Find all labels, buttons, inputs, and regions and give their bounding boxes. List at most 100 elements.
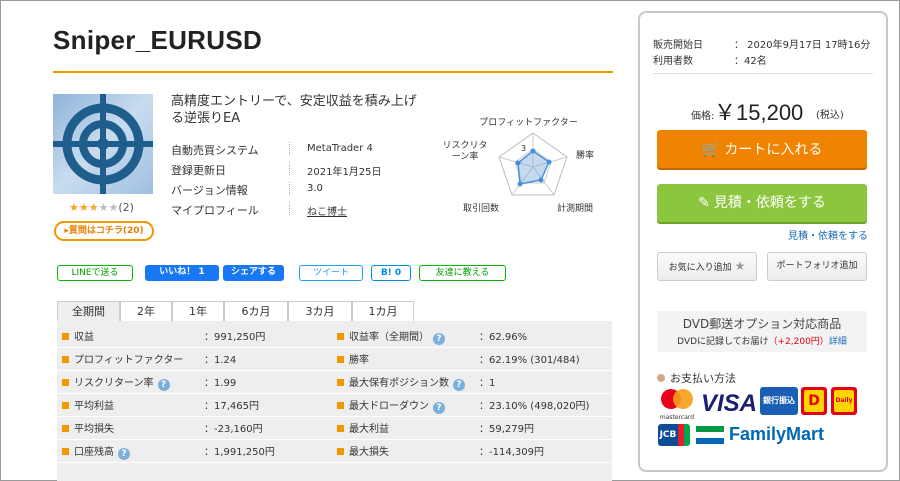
add-favorite-button[interactable]: お気に入り追加 ★ xyxy=(657,252,757,281)
product-thumbnail[interactable] xyxy=(53,94,153,194)
info-value-updated: 2021年1月25日 xyxy=(307,167,382,178)
price-tax: (税込) xyxy=(816,110,844,121)
stat-label-left-0: 収益 xyxy=(62,328,94,343)
tab-all-period[interactable]: 全期間 xyxy=(57,301,120,322)
tweet-button[interactable]: ツイート xyxy=(299,265,363,281)
stat-label-text: 最大利益 xyxy=(349,424,389,435)
add-portfolio-button[interactable]: ポートフォリオ追加 xyxy=(767,252,867,281)
star-icon: ★ xyxy=(734,259,746,273)
help-icon[interactable]: ? xyxy=(157,379,170,391)
radar-point xyxy=(538,177,544,183)
bullet-icon xyxy=(337,425,344,432)
favorite-button-label: お気に入り追加 xyxy=(668,263,732,273)
familymart-stripe-icon xyxy=(696,426,724,446)
quote-request-link[interactable]: 見積・依頼をする xyxy=(788,227,868,242)
stat-label-text: 最大ドローダウン xyxy=(349,401,429,412)
info-separator xyxy=(289,202,290,215)
radar-label-risk-return: リスクリターン率 xyxy=(442,141,488,162)
profile-link[interactable]: ねこ博士 xyxy=(307,203,347,218)
tab-1-month[interactable]: 1カ月 xyxy=(352,301,414,322)
stat-value-left-0: ：991,250円 xyxy=(204,332,266,343)
stat-label-text: 平均損失 xyxy=(74,424,114,435)
add-to-cart-button[interactable]: 🛒 カートに入れる xyxy=(657,130,867,168)
stat-label-right-1: 勝率 xyxy=(337,351,369,366)
daily-d-icon: D xyxy=(804,390,824,412)
rating-stars: ★★★★★ xyxy=(69,201,118,214)
info-label-profile: マイプロフィール xyxy=(171,204,259,217)
bullet-icon xyxy=(62,379,69,386)
radar-point xyxy=(546,159,552,165)
bullet-icon xyxy=(62,333,69,340)
daily-logo: Daily xyxy=(831,387,857,415)
info-label-version: バージョン情報 xyxy=(171,184,248,197)
cart-button-label: カートに入れる xyxy=(724,142,823,158)
dvd-option-subtitle: DVDに記録してお届け（+2,200円）詳細 xyxy=(657,334,867,347)
stat-value-right-4: ：59,279円 xyxy=(479,424,534,435)
mastercard-logo: mastercard xyxy=(656,388,698,421)
stat-label-right-2: 最大保有ポジション数? xyxy=(337,374,465,391)
payment-title-text: お支払い方法 xyxy=(670,372,736,385)
radar-label-win-rate: 勝率 xyxy=(575,151,594,161)
stat-label-left-1: プロフィットファクター xyxy=(62,351,183,366)
stat-value-right-3: ：23.10% (498,020円) xyxy=(479,401,590,412)
rating-count: (2) xyxy=(118,201,134,214)
info-separator xyxy=(289,162,290,175)
question-button[interactable]: ▸質問はコチラ(20) xyxy=(54,221,154,241)
help-icon[interactable]: ? xyxy=(118,448,130,460)
tab-1-year[interactable]: 1年 xyxy=(172,301,224,322)
bullet-icon xyxy=(657,374,665,382)
info-separator xyxy=(289,142,290,155)
stat-label-text: 勝率 xyxy=(349,355,369,366)
facebook-share-button[interactable]: シェアする xyxy=(223,265,284,281)
sale-start-value: ： 2020年9月17日 17時16分 xyxy=(734,40,871,51)
stat-label-text: プロフィットファクター xyxy=(74,355,184,366)
stat-label-right-0: 収益率（全期間）? xyxy=(337,328,445,345)
tab-3-months[interactable]: 3カ月 xyxy=(288,301,352,322)
help-icon[interactable]: ? xyxy=(433,333,445,345)
info-label-updated: 登録更新日 xyxy=(171,164,226,177)
stat-value-right-1: ：62.19% (301/484) xyxy=(479,355,580,366)
stat-value-right-2: ：1 xyxy=(479,378,496,389)
visa-logo: VISA xyxy=(701,390,758,417)
stat-value-left-5: ：1,991,250円 xyxy=(204,447,275,458)
row-divider xyxy=(57,439,612,440)
help-icon[interactable]: ? xyxy=(453,379,465,391)
bullet-icon xyxy=(337,402,344,409)
daily-yamazaki-logo: D xyxy=(801,387,827,415)
stat-label-text: 最大損失 xyxy=(349,447,389,458)
info-value-system: MetaTrader 4 xyxy=(307,143,373,154)
price-label: 価格: xyxy=(691,111,715,122)
target-icon xyxy=(53,94,153,194)
bullet-icon xyxy=(62,425,69,432)
star-icon: ★ xyxy=(98,201,109,214)
stat-label-right-3: 最大ドローダウン? xyxy=(337,397,445,414)
info-value-version: 3.0 xyxy=(307,183,323,194)
facebook-like-button[interactable]: いいね！ 1 xyxy=(145,265,219,281)
users-value: ：42名 xyxy=(734,56,767,67)
users-label: 利用者数 xyxy=(653,56,693,67)
help-icon[interactable]: ? xyxy=(433,402,445,414)
side-divider xyxy=(653,73,873,74)
product-tagline: 高精度エントリーで、安定収益を積み上げる逆張りEA xyxy=(171,94,417,126)
stat-value-left-2: ：1.99 xyxy=(204,378,237,389)
tell-friend-button[interactable]: 友達に教える xyxy=(419,265,506,281)
tab-6-months[interactable]: 6カ月 xyxy=(224,301,288,322)
radar-point xyxy=(530,148,536,154)
tab-2-years[interactable]: 2年 xyxy=(120,301,172,322)
radar-point xyxy=(515,160,521,166)
quote-request-button[interactable]: ✎ 見積・依頼をする xyxy=(657,184,867,222)
stat-label-text: リスクリターン率 xyxy=(74,378,154,389)
stat-value-right-0: ：62.96% xyxy=(479,332,528,343)
stat-value-left-4: ：-23,160円 xyxy=(204,424,263,435)
hatena-bookmark-button[interactable]: B! 0 xyxy=(371,265,411,281)
row-divider xyxy=(57,462,612,463)
row-divider xyxy=(57,347,612,348)
stat-label-text: 平均利益 xyxy=(74,401,114,412)
line-share-button[interactable]: LINEで送る xyxy=(57,265,133,281)
dvd-detail-link[interactable]: 詳細 xyxy=(829,337,847,347)
mastercard-icon xyxy=(661,389,693,409)
radar-label-profit-factor: プロフィットファクター xyxy=(479,118,578,128)
rating: ★★★★★(2) xyxy=(69,201,134,214)
bullet-icon xyxy=(337,356,344,363)
price-value: ￥15,200 xyxy=(714,100,804,125)
